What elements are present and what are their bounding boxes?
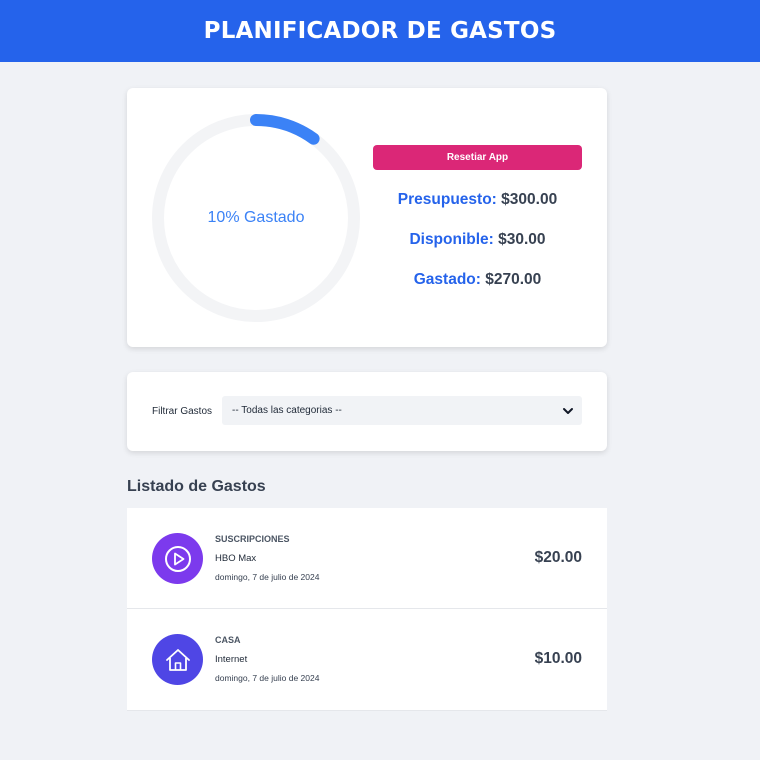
progress-ring: 10% Gastado (151, 113, 361, 323)
expense-amount: $10.00 (534, 650, 582, 667)
expense-date: domingo, 7 de julio de 2024 (215, 673, 320, 683)
category-filter-select[interactable]: -- Todas las categorias -- (222, 396, 582, 425)
spent-value: $270.00 (485, 271, 542, 288)
play-icon (164, 545, 191, 572)
budget-card: 10% Gastado Resetiar App Presupuesto: $3… (127, 88, 607, 347)
subscriptions-category-icon (152, 533, 203, 584)
budget-label: Presupuesto: (397, 191, 497, 208)
reset-app-button[interactable]: Resetiar App (373, 145, 582, 170)
filter-selected-value: -- Todas las categorias -- (232, 405, 342, 416)
page-title: PLANIFICADOR DE GASTOS (203, 18, 557, 44)
expense-amount: $20.00 (534, 549, 582, 566)
spent-stat: Gastado: $270.00 (373, 271, 582, 289)
expense-list: SUSCRIPCIONES HBO Max domingo, 7 de juli… (127, 508, 607, 711)
expense-name: HBO Max (215, 553, 257, 564)
expense-category: SUSCRIPCIONES (215, 534, 290, 544)
budget-value: $300.00 (501, 191, 558, 208)
progress-label: 10% Gastado (207, 209, 305, 226)
expense-list-title: Listado de Gastos (127, 478, 266, 495)
filter-label: Filtrar Gastos (152, 406, 213, 417)
app-header: PLANIFICADOR DE GASTOS (0, 0, 760, 62)
home-category-icon (152, 634, 203, 685)
expense-item[interactable]: SUSCRIPCIONES HBO Max domingo, 7 de juli… (127, 508, 607, 609)
available-value: $30.00 (498, 231, 546, 248)
chevron-down-icon (563, 408, 573, 414)
filter-card: Filtrar Gastos -- Todas las categorias -… (127, 372, 607, 451)
expense-name: Internet (215, 654, 248, 665)
expense-item[interactable]: CASA Internet domingo, 7 de julio de 202… (127, 609, 607, 710)
expense-category: CASA (215, 635, 241, 645)
available-stat: Disponible: $30.00 (373, 231, 582, 249)
available-label: Disponible: (409, 231, 494, 248)
house-icon (165, 648, 190, 671)
budget-stat: Presupuesto: $300.00 (373, 191, 582, 209)
spent-label: Gastado: (413, 271, 481, 288)
expense-date: domingo, 7 de julio de 2024 (215, 572, 320, 582)
